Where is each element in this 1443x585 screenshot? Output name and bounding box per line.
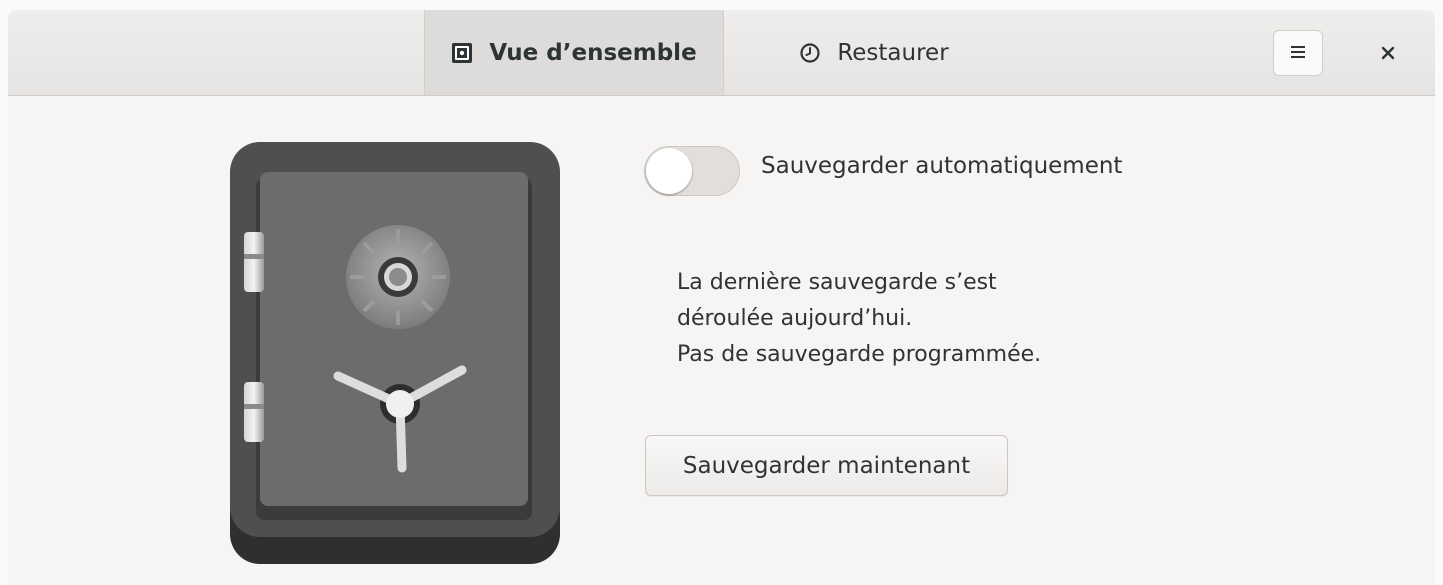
status-line: La dernière sauvegarde s’est <box>677 270 997 295</box>
close-icon <box>1381 41 1395 66</box>
auto-backup-switch[interactable] <box>644 146 740 196</box>
backup-status-text: La dernière sauvegarde s’est déroulée au… <box>677 265 1041 373</box>
backup-now-button[interactable]: Sauvegarder maintenant <box>645 435 1008 496</box>
safe-illustration <box>230 142 560 564</box>
hamburger-menu-icon <box>1290 44 1306 63</box>
status-line: déroulée aujourd’hui. <box>677 306 913 331</box>
auto-backup-label: Sauvegarder automatiquement <box>761 153 1123 179</box>
tab-restore-label: Restaurer <box>837 39 949 66</box>
tab-overview[interactable]: Vue d’ensemble <box>424 10 724 95</box>
close-button[interactable] <box>1363 30 1413 76</box>
menu-button[interactable] <box>1273 30 1323 76</box>
clock-icon <box>799 42 821 64</box>
tab-restore[interactable]: Restaurer <box>724 10 1024 95</box>
status-line: Pas de sauvegarde programmée. <box>677 342 1042 367</box>
tab-overview-label: Vue d’ensemble <box>489 39 697 66</box>
app-window: Vue d’ensemble Restaurer Sauvegarder aut… <box>8 10 1435 585</box>
safe-icon <box>451 42 473 64</box>
switch-knob <box>646 148 692 194</box>
headerbar: Vue d’ensemble Restaurer <box>8 10 1435 96</box>
